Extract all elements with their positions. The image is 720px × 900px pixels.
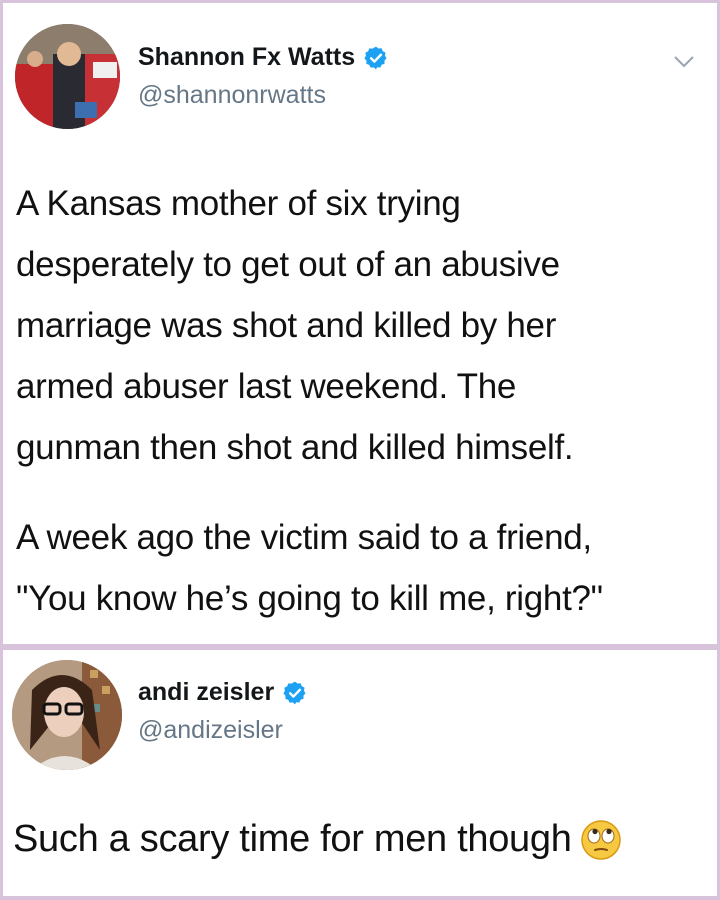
display-name[interactable]: Shannon Fx Watts	[138, 43, 355, 72]
handle[interactable]: @shannonrwatts	[138, 81, 326, 110]
tweet-body: Such a scary time for men though	[13, 818, 622, 861]
chevron-down-icon[interactable]	[673, 55, 695, 69]
avatar-photo	[15, 24, 120, 129]
verified-badge-icon	[283, 681, 306, 704]
verified-badge-icon	[364, 46, 387, 69]
tweet-text: Such a scary time for men though	[13, 818, 572, 860]
display-name[interactable]: andi zeisler	[138, 678, 274, 707]
tweet-paragraph: A Kansas mother of six trying desperatel…	[16, 184, 574, 467]
display-name-row: Shannon Fx Watts	[138, 43, 389, 72]
tweet-card-andi: andi zeisler @andizeisler Such a scary t…	[3, 650, 717, 896]
display-name-row: andi zeisler	[138, 678, 308, 707]
avatar[interactable]	[15, 24, 120, 129]
avatar[interactable]	[12, 660, 122, 770]
avatar-photo	[12, 660, 122, 770]
tweet-paragraph: A week ago the victim said to a friend, …	[16, 518, 603, 618]
handle[interactable]: @andizeisler	[138, 716, 283, 745]
eye-roll-emoji-icon	[580, 819, 621, 860]
tweet-card-shannon: Shannon Fx Watts @shannonrwatts A Kansas…	[3, 3, 717, 644]
